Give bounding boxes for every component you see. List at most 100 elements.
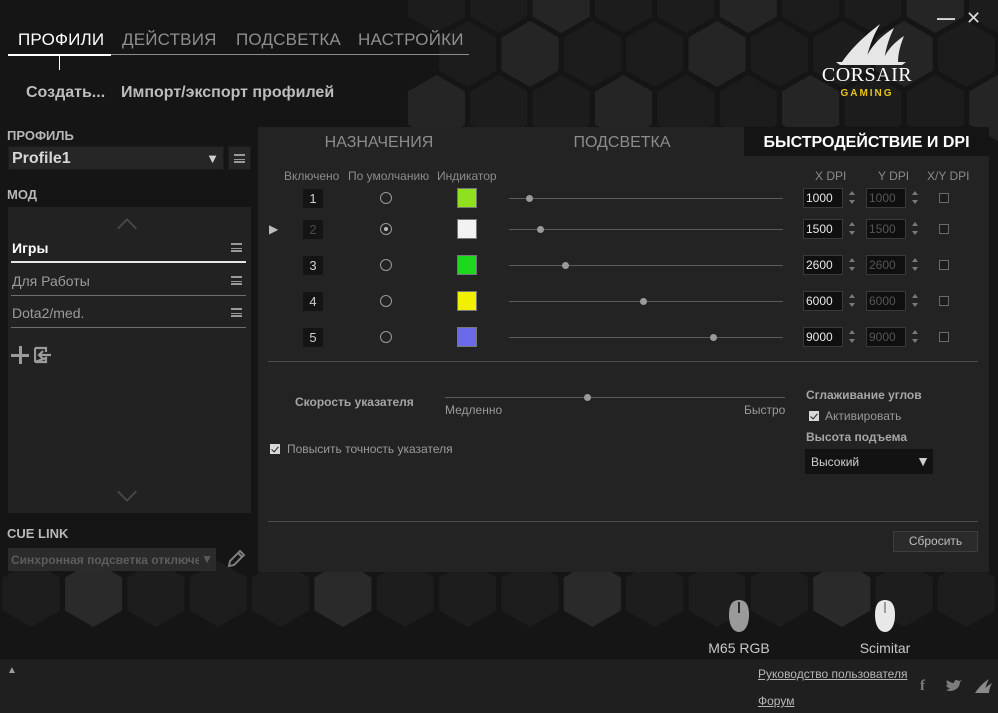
indicator-color-swatch[interactable]: [457, 219, 477, 239]
dpi-stage-row[interactable]: 4 6000 6000: [258, 290, 989, 314]
dpi-slider-knob[interactable]: [561, 262, 569, 269]
lift-height-dropdown[interactable]: Высокий ▼: [805, 449, 933, 474]
dpi-stage-number[interactable]: 2: [303, 220, 323, 239]
add-icon[interactable]: [11, 346, 29, 364]
y-dpi-stepper[interactable]: [911, 293, 919, 309]
cue-link-dropdown[interactable]: Синхронная подсветка отключе ▼: [8, 548, 216, 571]
x-dpi-stepper[interactable]: [848, 190, 856, 206]
menu-icon: [234, 154, 245, 163]
menu-icon[interactable]: [231, 243, 242, 252]
pointer-speed-slider[interactable]: [445, 397, 785, 398]
tab-profiles[interactable]: ПРОФИЛИ: [18, 30, 104, 50]
create-profile-link[interactable]: Создать...: [26, 84, 105, 102]
x-dpi-stepper[interactable]: [848, 221, 856, 237]
dpi-stage-row[interactable]: ▶ 2 1500 1500: [258, 218, 989, 242]
y-dpi-stepper[interactable]: [911, 190, 919, 206]
mode-item-games[interactable]: Игры: [11, 233, 246, 263]
x-dpi-input[interactable]: 1000: [803, 188, 843, 208]
reset-button[interactable]: Сбросить: [893, 531, 978, 552]
xy-dpi-checkbox[interactable]: [939, 296, 949, 306]
dpi-stage-row[interactable]: 5 9000 9000: [258, 326, 989, 350]
dpi-slider-knob[interactable]: [639, 298, 647, 305]
tab-actions[interactable]: ДЕЙСТВИЯ: [122, 30, 217, 50]
twitter-icon[interactable]: [945, 679, 963, 693]
profile-menu-button[interactable]: [228, 146, 251, 170]
xy-dpi-checkbox[interactable]: [939, 193, 949, 203]
y-dpi-input[interactable]: 2600: [866, 255, 906, 275]
mode-item-dota[interactable]: Dota2/med.: [11, 298, 246, 328]
pencil-icon[interactable]: [226, 549, 246, 569]
menu-icon[interactable]: [231, 276, 242, 285]
pointer-speed-label: Скорость указателя: [295, 395, 414, 409]
expand-up-icon[interactable]: ▲: [7, 665, 17, 676]
x-dpi-input[interactable]: 6000: [803, 291, 843, 311]
x-dpi-stepper[interactable]: [848, 257, 856, 273]
dpi-slider-knob[interactable]: [537, 226, 544, 233]
default-stage-radio[interactable]: [380, 259, 392, 271]
precision-checkbox[interactable]: [270, 444, 280, 454]
tab-performance-dpi[interactable]: БЫСТРОДЕЙСТВИЕ И DPI: [744, 127, 989, 156]
default-stage-radio[interactable]: [380, 331, 392, 343]
x-dpi-input[interactable]: 2600: [803, 255, 843, 275]
dpi-slider-knob[interactable]: [526, 195, 534, 202]
indicator-color-swatch[interactable]: [457, 291, 477, 311]
y-dpi-stepper[interactable]: [911, 257, 919, 273]
profile-label: ПРОФИЛЬ: [7, 128, 74, 143]
tab-settings[interactable]: НАСТРОЙКИ: [358, 30, 464, 50]
y-dpi-input[interactable]: 1500: [866, 219, 906, 239]
user-manual-link[interactable]: Руководство пользователя: [758, 667, 907, 681]
pointer-speed-knob[interactable]: [584, 394, 592, 401]
dpi-stage-row[interactable]: 1 1000 1000: [258, 187, 989, 211]
import-export-link[interactable]: Импорт/экспорт профилей: [121, 84, 334, 102]
x-dpi-stepper[interactable]: [848, 293, 856, 309]
y-dpi-stepper[interactable]: [911, 329, 919, 345]
selected-arrow-icon: ▶: [269, 222, 279, 236]
dpi-slider[interactable]: [509, 265, 783, 266]
dpi-slider[interactable]: [509, 337, 783, 338]
xy-dpi-checkbox[interactable]: [939, 332, 949, 342]
indicator-color-swatch[interactable]: [457, 327, 477, 347]
dpi-stage-number[interactable]: 4: [303, 292, 323, 311]
tab-panel-lighting[interactable]: ПОДСВЕТКА: [500, 127, 744, 156]
dpi-stage-number[interactable]: 1: [303, 189, 323, 208]
divider: [268, 521, 978, 522]
y-dpi-input[interactable]: 1000: [866, 188, 906, 208]
dpi-stage-number[interactable]: 5: [303, 328, 323, 347]
xy-dpi-checkbox[interactable]: [939, 224, 949, 234]
default-stage-radio[interactable]: [380, 295, 392, 307]
angle-snapping-activate: Активировать: [825, 409, 902, 423]
menu-icon[interactable]: [231, 308, 242, 317]
close-button[interactable]: ✕: [966, 8, 981, 29]
indicator-color-swatch[interactable]: [457, 188, 477, 208]
dpi-slider[interactable]: [509, 229, 783, 230]
x-dpi-stepper[interactable]: [848, 329, 856, 345]
dpi-slider[interactable]: [509, 198, 783, 199]
lift-height-label: Высота подъема: [806, 430, 908, 444]
header-enabled: Включено: [284, 169, 340, 183]
default-stage-radio[interactable]: [380, 223, 392, 235]
device-m65-rgb[interactable]: M65 RGB: [699, 597, 779, 661]
tab-lighting[interactable]: ПОДСВЕТКА: [236, 30, 341, 50]
x-dpi-input[interactable]: 9000: [803, 327, 843, 347]
indicator-color-swatch[interactable]: [457, 255, 477, 275]
angle-snapping-checkbox[interactable]: [809, 411, 819, 421]
y-dpi-input[interactable]: 9000: [866, 327, 906, 347]
import-icon[interactable]: [34, 346, 52, 364]
device-scimitar[interactable]: Scimitar: [845, 597, 925, 661]
tab-assignments[interactable]: НАЗНАЧЕНИЯ: [258, 127, 500, 156]
y-dpi-stepper[interactable]: [911, 221, 919, 237]
default-stage-radio[interactable]: [380, 192, 392, 204]
x-dpi-input[interactable]: 1500: [803, 219, 843, 239]
xy-dpi-checkbox[interactable]: [939, 260, 949, 270]
chevron-down-icon[interactable]: [117, 482, 137, 502]
mode-item-work[interactable]: Для Работы: [11, 266, 246, 296]
minimize-button[interactable]: —: [937, 8, 955, 29]
corsair-sails-icon[interactable]: [973, 678, 993, 694]
forum-link[interactable]: Форум: [758, 694, 794, 708]
y-dpi-input[interactable]: 6000: [866, 291, 906, 311]
dpi-slider-knob[interactable]: [709, 334, 717, 341]
facebook-icon[interactable]: f: [920, 678, 925, 695]
dpi-stage-row[interactable]: 3 2600 2600: [258, 254, 989, 278]
dpi-stage-number[interactable]: 3: [303, 256, 323, 275]
profile-dropdown[interactable]: Profile1 ▼: [8, 146, 224, 170]
